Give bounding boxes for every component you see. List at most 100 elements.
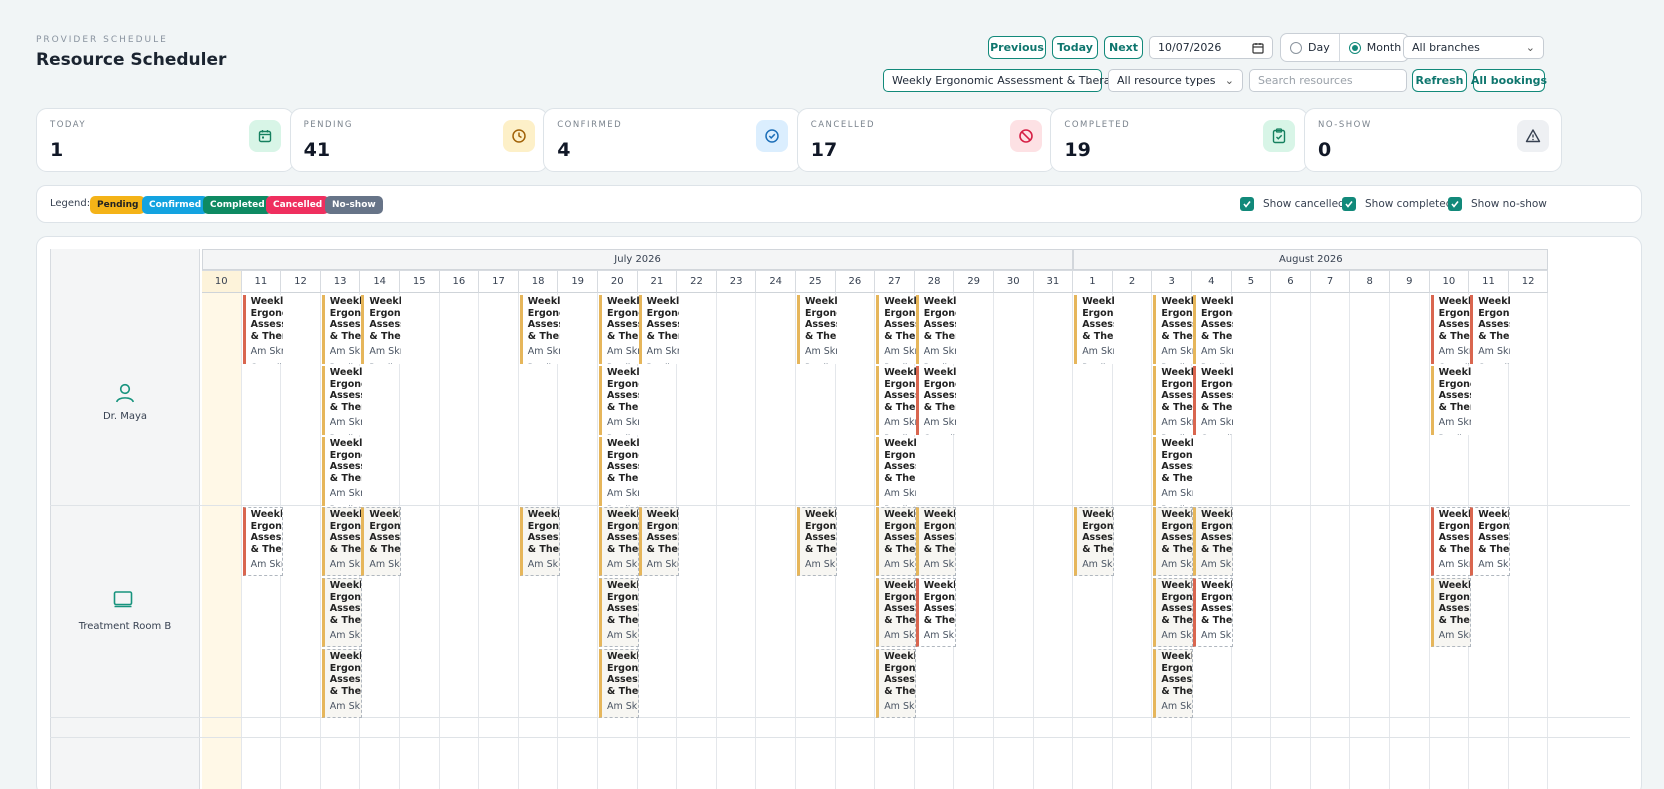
date-input[interactable]: 10/07/2026 bbox=[1149, 36, 1273, 59]
day-column[interactable] bbox=[1509, 293, 1549, 789]
booking-event[interactable]: Weekly Ergonomic Assessment & Therapy Am… bbox=[876, 507, 917, 576]
day-header[interactable]: 20 bbox=[598, 270, 638, 293]
day-column[interactable] bbox=[677, 293, 717, 789]
booking-event[interactable]: Weekly Ergonomic Assessment & Therapy Am… bbox=[797, 507, 837, 576]
booking-event[interactable]: Weekly Ergonomic Assessment & Therapy Am… bbox=[321, 295, 362, 364]
booking-event[interactable]: Weekly Ergonomic Assessment & Therapy Am… bbox=[599, 295, 639, 364]
day-header[interactable]: 9 bbox=[1390, 270, 1430, 293]
previous-button[interactable]: Previous bbox=[988, 36, 1046, 59]
day-header[interactable]: 17 bbox=[479, 270, 519, 293]
booking-event[interactable]: Weekly Ergonomic Assessment & Therapy Am… bbox=[1470, 507, 1511, 576]
booking-event[interactable]: Weekly Ergonomic Assessment & Therapy Am… bbox=[876, 295, 917, 364]
booking-event[interactable]: Weekly Ergonomic Assessment & Therapy Am… bbox=[915, 295, 956, 364]
resource-type-select[interactable]: All resource types ⌄ bbox=[1108, 69, 1243, 92]
day-column[interactable] bbox=[479, 293, 519, 789]
day-header[interactable]: 28 bbox=[914, 270, 955, 293]
day-header[interactable]: 30 bbox=[994, 270, 1034, 293]
booking-event[interactable]: Weekly Ergonomic Assessment & Therapy Am… bbox=[915, 366, 956, 435]
day-header[interactable]: 7 bbox=[1310, 270, 1351, 293]
search-input[interactable]: Search resources bbox=[1249, 69, 1407, 92]
day-header[interactable]: 1 bbox=[1073, 270, 1113, 293]
day-column[interactable] bbox=[1390, 293, 1430, 789]
today-button[interactable]: Today bbox=[1052, 36, 1098, 59]
day-header[interactable]: 18 bbox=[518, 270, 559, 293]
view-month-option[interactable]: Month bbox=[1338, 34, 1410, 61]
booking-event[interactable]: Weekly Ergonomic Assessment & Therapy Am… bbox=[638, 295, 679, 364]
day-header[interactable]: 11 bbox=[241, 270, 282, 293]
day-header[interactable]: 21 bbox=[637, 270, 678, 293]
day-header[interactable]: 13 bbox=[320, 270, 361, 293]
day-header[interactable]: 3 bbox=[1152, 270, 1192, 293]
day-column[interactable] bbox=[1350, 293, 1390, 789]
booking-event[interactable]: Weekly Ergonomic Assessment & Therapy Am… bbox=[1193, 578, 1233, 647]
booking-event[interactable]: Weekly Ergonomic Assessment & Therapy Am… bbox=[876, 578, 917, 647]
booking-event[interactable]: Weekly Ergonomic Assessment & Therapy Am… bbox=[797, 295, 837, 364]
booking-event[interactable]: Weekly Ergonomic Assessment & Therapy Am… bbox=[1153, 437, 1194, 506]
checkbox-checked-icon[interactable] bbox=[1240, 197, 1254, 211]
day-column[interactable] bbox=[1311, 293, 1351, 789]
day-header[interactable]: 27 bbox=[875, 270, 915, 293]
day-column[interactable] bbox=[717, 293, 757, 789]
day-header[interactable]: 2 bbox=[1112, 270, 1153, 293]
booking-event[interactable]: Weekly Ergonomic Assessment & Therapy Am… bbox=[876, 366, 917, 435]
booking-event[interactable]: Weekly Ergonomic Assessment & Therapy Am… bbox=[599, 507, 639, 576]
refresh-button[interactable]: Refresh bbox=[1412, 69, 1467, 92]
day-header[interactable]: 14 bbox=[360, 270, 400, 293]
show-cancelled-toggle[interactable]: Show cancelled bbox=[1240, 197, 1345, 211]
view-day-option[interactable]: Day bbox=[1281, 34, 1339, 61]
day-header[interactable]: 6 bbox=[1271, 270, 1311, 293]
day-column[interactable] bbox=[400, 293, 440, 789]
booking-event[interactable]: Weekly Ergonomic Assessment & Therapy Am… bbox=[321, 437, 362, 506]
booking-event[interactable]: Weekly Ergonomic Assessment & Therapy Am… bbox=[519, 295, 560, 364]
booking-event[interactable]: Weekly Ergonomic Assessment & Therapy Am… bbox=[321, 366, 362, 435]
booking-event[interactable]: Weekly Ergonomic Assessment & Therapy Am… bbox=[599, 366, 639, 435]
booking-event[interactable]: Weekly Ergonomic Assessment & Therapy Am… bbox=[876, 649, 917, 718]
day-column[interactable] bbox=[281, 293, 321, 789]
booking-event[interactable]: Weekly Ergonomic Assessment & Therapy Am… bbox=[1193, 295, 1233, 364]
day-header[interactable]: 16 bbox=[439, 270, 480, 293]
show-completed-toggle[interactable]: Show completed bbox=[1342, 197, 1452, 211]
booking-event[interactable]: Weekly Ergonomic Assessment & Therapy Am… bbox=[599, 437, 639, 506]
day-column[interactable] bbox=[756, 293, 796, 789]
day-header[interactable]: 8 bbox=[1350, 270, 1390, 293]
booking-event[interactable]: Weekly Ergonomic Assessment & Therapy Am… bbox=[1153, 507, 1194, 576]
booking-event[interactable]: Weekly Ergonomic Assessment & Therapy Am… bbox=[1074, 295, 1115, 364]
booking-event[interactable]: Weekly Ergonomic Assessment & Therapy Am… bbox=[1430, 295, 1471, 364]
day-header[interactable]: 11 bbox=[1469, 270, 1509, 293]
booking-event[interactable]: Weekly Ergonomic Assessment & Therapy Am… bbox=[638, 507, 679, 576]
booking-event[interactable]: Weekly Ergonomic Assessment & Therapy Am… bbox=[1430, 366, 1471, 435]
booking-event[interactable]: Weekly Ergonomic Assessment & Therapy Am… bbox=[1074, 507, 1115, 576]
booking-event[interactable]: Weekly Ergonomic Assessment & Therapy Am… bbox=[1193, 366, 1233, 435]
day-header[interactable]: 22 bbox=[677, 270, 717, 293]
day-header[interactable]: 26 bbox=[835, 270, 876, 293]
day-header[interactable]: 10 bbox=[1429, 270, 1470, 293]
day-column[interactable] bbox=[202, 293, 242, 789]
all-bookings-button[interactable]: All bookings bbox=[1471, 69, 1547, 92]
booking-event[interactable]: Weekly Ergonomic Assessment & Therapy Am… bbox=[1153, 295, 1194, 364]
calendar-picker-icon[interactable] bbox=[1252, 42, 1264, 57]
day-header[interactable]: 12 bbox=[281, 270, 321, 293]
booking-event[interactable]: Weekly Ergonomic Assessment & Therapy Am… bbox=[1153, 649, 1194, 718]
day-column[interactable] bbox=[558, 293, 598, 789]
booking-event[interactable]: Weekly Ergonomic Assessment & Therapy Am… bbox=[321, 578, 362, 647]
radio-month[interactable] bbox=[1348, 41, 1361, 54]
day-header[interactable]: 29 bbox=[954, 270, 994, 293]
booking-event[interactable]: Weekly Ergonomic Assessment & Therapy Am… bbox=[321, 649, 362, 718]
booking-event[interactable]: Weekly Ergonomic Assessment & Therapy Am… bbox=[876, 437, 917, 506]
day-column[interactable] bbox=[1232, 293, 1272, 789]
radio-day[interactable] bbox=[1290, 41, 1302, 54]
day-column[interactable] bbox=[994, 293, 1034, 789]
booking-event[interactable]: Weekly Ergonomic Assessment & Therapy Am… bbox=[242, 295, 283, 364]
booking-event[interactable]: Weekly Ergonomic Assessment & Therapy Am… bbox=[915, 507, 956, 576]
day-header[interactable]: 25 bbox=[796, 270, 836, 293]
day-column[interactable] bbox=[1034, 293, 1074, 789]
day-header[interactable]: 31 bbox=[1033, 270, 1074, 293]
next-button[interactable]: Next bbox=[1104, 36, 1143, 59]
day-header[interactable]: 10 bbox=[202, 270, 242, 293]
booking-event[interactable]: Weekly Ergonomic Assessment & Therapy Am… bbox=[1193, 507, 1233, 576]
booking-event[interactable]: Weekly Ergonomic Assessment & Therapy Am… bbox=[1470, 295, 1511, 364]
day-column[interactable] bbox=[954, 293, 994, 789]
checkbox-checked-icon[interactable] bbox=[1342, 197, 1356, 211]
booking-event[interactable]: Weekly Ergonomic Assessment & Therapy Am… bbox=[321, 507, 362, 576]
day-column[interactable] bbox=[1113, 293, 1153, 789]
